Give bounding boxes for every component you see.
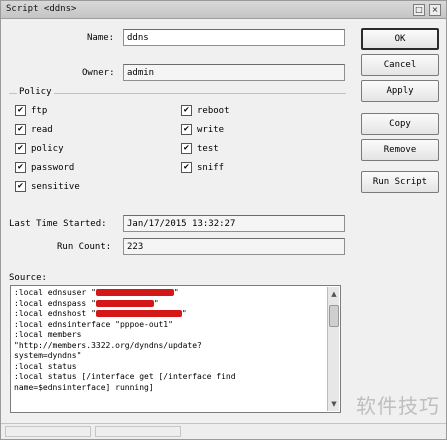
source-editor[interactable]: :local ednsuser " " :local ednspass " " :l… xyxy=(10,285,341,413)
check-icon: ✔ xyxy=(15,143,26,154)
remove-button[interactable]: Remove xyxy=(361,139,439,161)
policy-read-label: read xyxy=(31,124,53,135)
scroll-thumb[interactable] xyxy=(329,305,339,327)
check-icon: ✔ xyxy=(15,162,26,173)
name-label: Name: xyxy=(87,33,115,43)
redaction-mark xyxy=(95,299,154,307)
source-line: :local ednsinterface "pppoe-out1" xyxy=(14,319,173,329)
close-icon[interactable]: × xyxy=(429,4,441,16)
policy-group-title: Policy xyxy=(17,87,54,97)
policy-ftp-label: ftp xyxy=(31,105,48,116)
check-icon: ✔ xyxy=(181,105,192,116)
check-icon: ✔ xyxy=(15,124,26,135)
cancel-button[interactable]: Cancel xyxy=(361,54,439,76)
last-started-label: Last Time Started: xyxy=(9,219,107,229)
source-label: Source: xyxy=(9,273,47,283)
script-window: Script <ddns> □ × Name: ddns Owner: admi… xyxy=(0,0,447,440)
policy-sensitive-checkbox[interactable]: ✔ sensitive xyxy=(15,181,80,192)
policy-reboot-label: reboot xyxy=(197,105,230,116)
redaction-mark xyxy=(95,289,174,296)
policy-sniff-label: sniff xyxy=(197,162,225,173)
source-line: :local ednspass " " xyxy=(14,298,159,308)
owner-field[interactable]: admin xyxy=(123,64,345,81)
status-cell xyxy=(95,426,181,437)
window-title: Script <ddns> xyxy=(6,4,77,14)
policy-password-label: password xyxy=(31,162,75,173)
source-line: :local status [/interface get [/interfac… xyxy=(14,372,236,381)
check-icon: ✔ xyxy=(181,124,192,135)
source-line: name=$ednsinterface] running] xyxy=(14,382,154,392)
source-scrollbar[interactable]: ▲ ▼ xyxy=(327,287,339,411)
policy-password-checkbox[interactable]: ✔ password xyxy=(15,162,74,173)
watermark: 软件技巧 xyxy=(356,394,440,418)
policy-group-line xyxy=(9,93,346,94)
source-line: system=dyndns" xyxy=(14,351,82,360)
scroll-down-icon[interactable]: ▼ xyxy=(329,399,339,409)
run-count-field[interactable]: 223 xyxy=(123,238,345,255)
name-field[interactable]: ddns xyxy=(123,29,345,46)
title-bar[interactable]: Script <ddns> □ × xyxy=(1,1,446,19)
check-icon: ✔ xyxy=(15,105,26,116)
minimize-icon[interactable]: □ xyxy=(413,4,425,16)
policy-read-checkbox[interactable]: ✔ read xyxy=(15,124,53,135)
ok-button[interactable]: OK xyxy=(361,28,439,50)
check-icon: ✔ xyxy=(15,181,26,192)
status-bar xyxy=(1,423,446,439)
source-line: :local ednsuser " " xyxy=(14,288,179,297)
source-line: "http://members.3322.org/dyndns/update? xyxy=(14,340,202,350)
policy-sniff-checkbox[interactable]: ✔ sniff xyxy=(181,162,224,173)
source-line: :local status xyxy=(14,361,77,371)
policy-test-label: test xyxy=(197,143,219,154)
check-icon: ✔ xyxy=(181,143,192,154)
policy-policy-checkbox[interactable]: ✔ policy xyxy=(15,143,64,154)
redaction-mark xyxy=(95,310,182,317)
source-line: :local ednshost " " xyxy=(14,309,187,318)
last-started-field[interactable]: Jan/17/2015 13:32:27 xyxy=(123,215,345,232)
check-icon: ✔ xyxy=(181,162,192,173)
policy-test-checkbox[interactable]: ✔ test xyxy=(181,143,219,154)
policy-write-checkbox[interactable]: ✔ write xyxy=(181,124,224,135)
policy-ftp-checkbox[interactable]: ✔ ftp xyxy=(15,105,47,116)
policy-sensitive-label: sensitive xyxy=(31,181,80,192)
policy-write-label: write xyxy=(197,124,225,135)
owner-label: Owner: xyxy=(82,68,115,78)
scroll-up-icon[interactable]: ▲ xyxy=(329,289,339,299)
run-count-label: Run Count: xyxy=(57,242,112,252)
policy-policy-label: policy xyxy=(31,143,64,154)
policy-reboot-checkbox[interactable]: ✔ reboot xyxy=(181,105,230,116)
apply-button[interactable]: Apply xyxy=(361,80,439,102)
source-line: :local members xyxy=(14,330,82,339)
run-script-button[interactable]: Run Script xyxy=(361,171,439,193)
status-cell xyxy=(5,426,91,437)
copy-button[interactable]: Copy xyxy=(361,113,439,135)
